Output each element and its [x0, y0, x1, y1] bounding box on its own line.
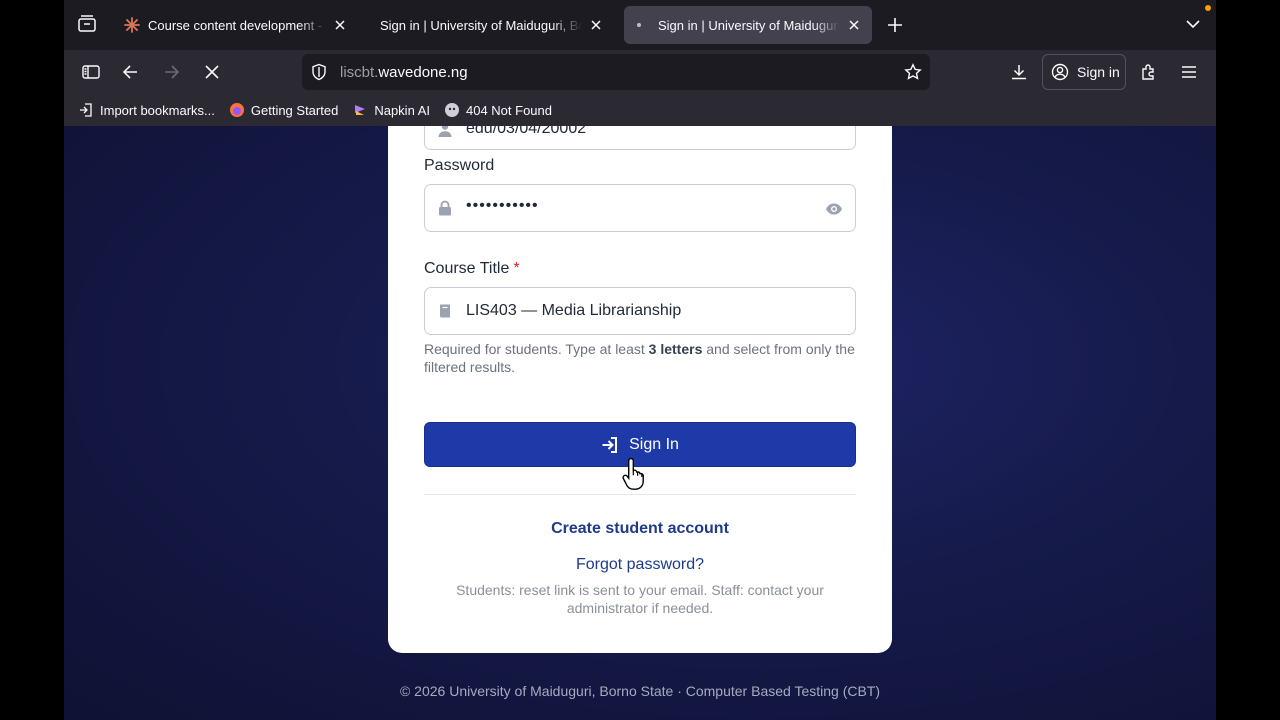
account-sign-in-button[interactable]: Sign in: [1042, 54, 1126, 90]
browser-window: Course content development - C Sign in |…: [64, 0, 1216, 720]
bookmarks-bar: Import bookmarks... Getting Started Napk…: [64, 94, 1216, 126]
username-input[interactable]: edu/03/04/20002: [424, 126, 856, 150]
stop-loading-icon[interactable]: [201, 61, 223, 83]
bookmark-getting-started[interactable]: Getting Started: [229, 102, 338, 118]
forward-icon[interactable]: [160, 61, 182, 83]
claude-icon: [124, 17, 140, 33]
user-icon: [437, 126, 453, 138]
tab-strip: Course content development - C Sign in |…: [64, 0, 1216, 50]
create-account-link[interactable]: Create student account: [388, 520, 892, 538]
close-tab-icon[interactable]: [332, 17, 348, 33]
close-tab-icon[interactable]: [846, 17, 862, 33]
required-mark: *: [513, 260, 520, 277]
forgot-password-link[interactable]: Forgot password?: [388, 556, 892, 574]
firefox-icon: [229, 102, 245, 118]
new-tab-icon[interactable]: [884, 14, 906, 36]
globe-icon: [444, 102, 460, 118]
hand-pointer-icon: [622, 456, 650, 490]
book-icon: [437, 303, 453, 319]
account-icon: [1051, 63, 1069, 81]
menu-icon[interactable]: [1178, 61, 1200, 83]
lock-icon: [437, 200, 453, 216]
tab-title: Sign in | University of Maiduguri, Borno: [380, 17, 582, 33]
loading-icon: [634, 17, 650, 33]
bookmark-import[interactable]: Import bookmarks...: [78, 102, 215, 118]
shield-icon[interactable]: [310, 63, 328, 81]
bookmark-404[interactable]: 404 Not Found: [444, 102, 552, 118]
course-title-value: LIS403 — Media Librarianship: [466, 302, 682, 319]
username-value: edu/03/04/20002: [466, 126, 587, 137]
sign-in-card: edu/03/04/20002 Password ••••••••••• Cou…: [388, 126, 892, 653]
page-footer: © 2026 University of Maiduguri, Borno St…: [399, 683, 881, 699]
course-help-text: Required for students. Type at least 3 l…: [424, 341, 855, 375]
tab-sign-in-1[interactable]: Sign in | University of Maiduguri, Borno: [370, 6, 614, 44]
sign-in-label: Sign in: [1077, 64, 1120, 80]
url-bar[interactable]: liscbt.wavedone.ng: [302, 54, 930, 90]
course-title-label: Course Title *: [424, 260, 520, 277]
password-label: Password: [424, 157, 495, 174]
downloads-icon[interactable]: [1008, 61, 1030, 83]
course-title-input[interactable]: LIS403 — Media Librarianship: [424, 287, 856, 335]
bookmark-star-icon[interactable]: [904, 63, 922, 81]
nav-bar: liscbt.wavedone.ng Sign in: [64, 50, 1216, 94]
url-text: liscbt.wavedone.ng: [340, 64, 468, 81]
password-input[interactable]: •••••••••••: [424, 184, 856, 232]
eye-icon[interactable]: [825, 200, 843, 218]
import-icon: [78, 102, 94, 118]
tab-title: Sign in | University of Maiduguri, Borno: [658, 17, 840, 33]
tab-title: Course content development - C: [148, 17, 326, 33]
back-icon[interactable]: [120, 61, 142, 83]
tab-course-content[interactable]: Course content development - C: [114, 6, 358, 44]
close-tab-icon[interactable]: [588, 17, 604, 33]
notification-dot: [1205, 5, 1211, 11]
reset-note: Students: reset link is sent to your ema…: [456, 582, 824, 616]
password-value: •••••••••••: [466, 197, 539, 214]
page-content: edu/03/04/20002 Password ••••••••••• Cou…: [64, 126, 1216, 720]
sidebar-icon[interactable]: [80, 61, 102, 83]
extensions-icon[interactable]: [1138, 61, 1160, 83]
tab-sign-in-active[interactable]: Sign in | University of Maiduguri, Borno: [624, 6, 872, 44]
chevron-down-icon[interactable]: [1184, 15, 1202, 33]
bookmark-napkin-ai[interactable]: Napkin AI: [352, 102, 430, 118]
sign-in-icon: [602, 436, 618, 453]
divider: [424, 494, 856, 495]
tab-overview-icon[interactable]: [76, 13, 98, 35]
napkin-icon: [352, 102, 368, 118]
